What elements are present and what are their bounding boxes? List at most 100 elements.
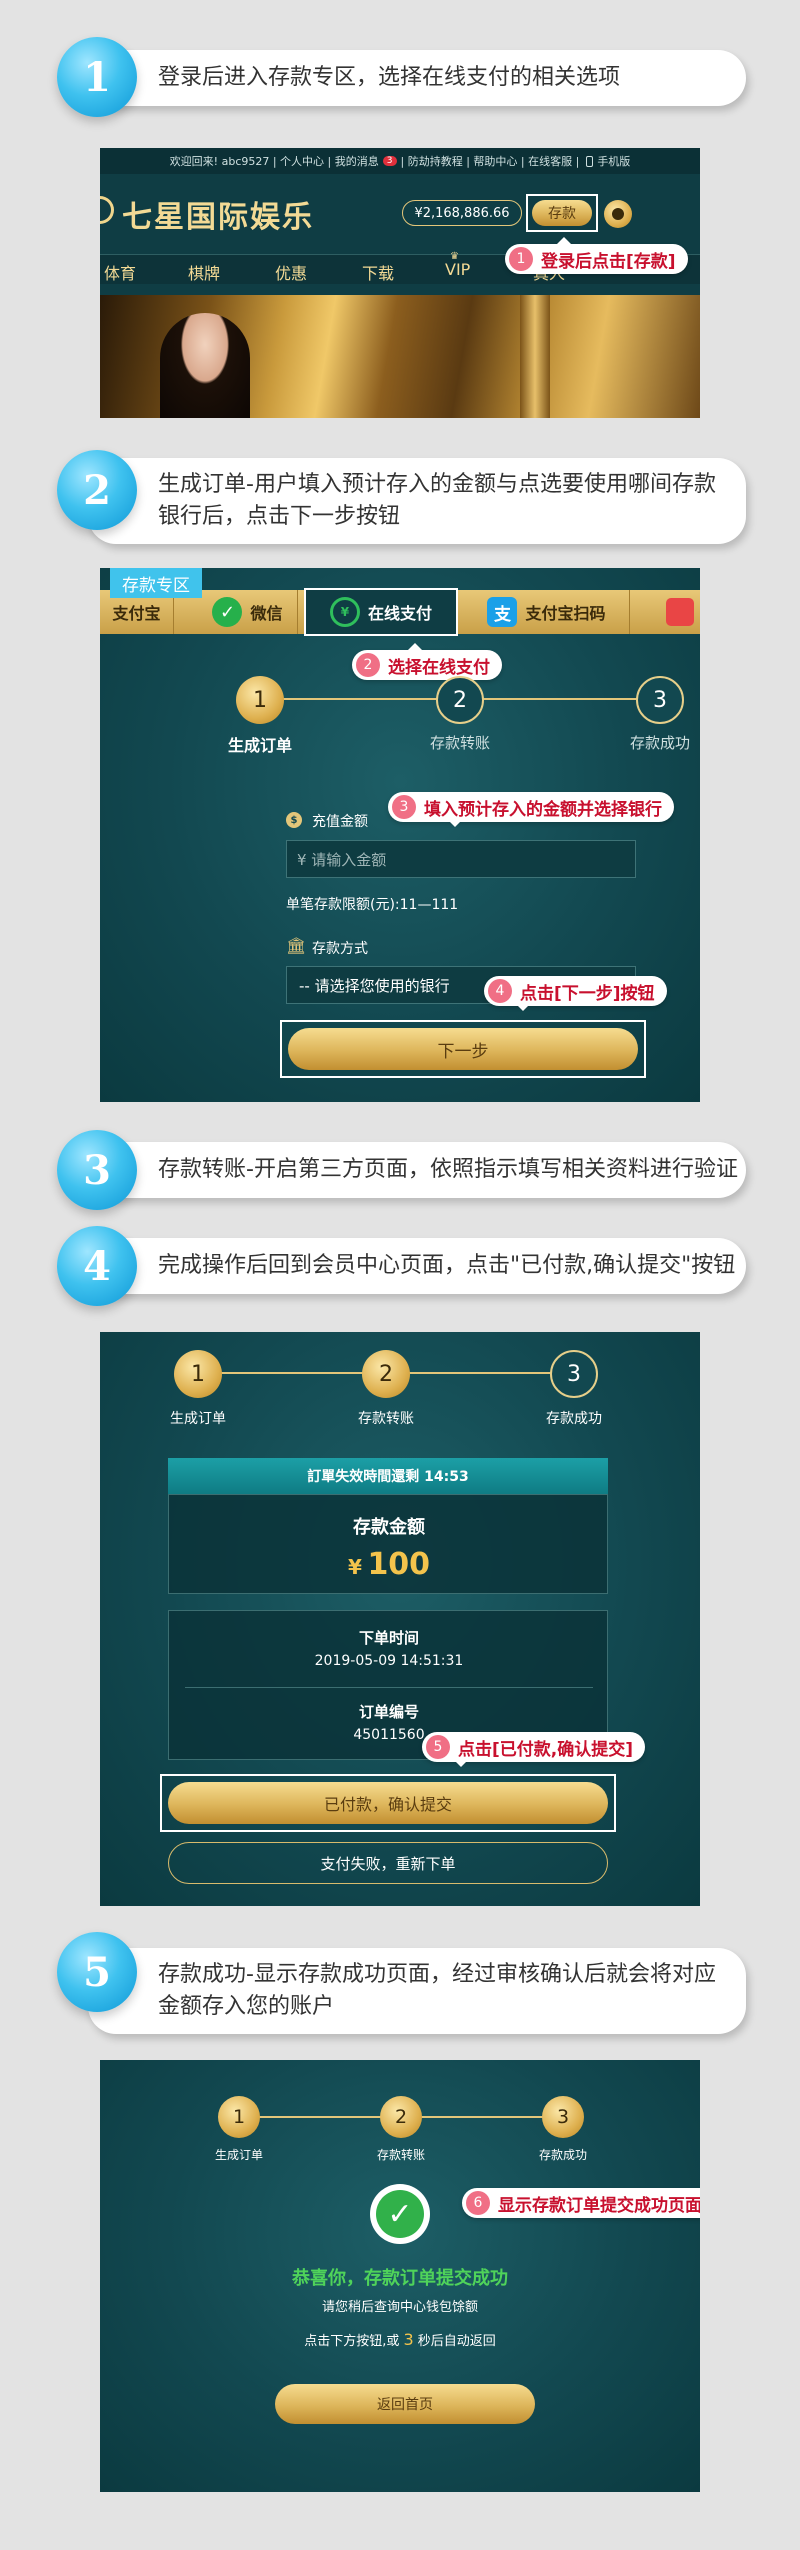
order-divider bbox=[185, 1687, 593, 1688]
progress-label-2: 存款转账 bbox=[429, 734, 490, 752]
nav-item-chess[interactable]: 棋牌 bbox=[188, 260, 220, 284]
callout-3-text: 填入预计存入的金额并选择银行 bbox=[424, 799, 662, 820]
wechat-check-icon: ✓ bbox=[212, 597, 243, 627]
progress-label-3: 存款成功 bbox=[538, 2148, 587, 2162]
success-subtitle: 请您稍后查询中心钱包馀额 bbox=[321, 2300, 478, 2315]
tab-online-payment-label: 在线支付 bbox=[367, 604, 432, 623]
top-bar: 欢迎回来! abc9527 | 个人中心 | 我的消息 3 | 防劫持教程 | … bbox=[100, 148, 700, 174]
callout-1-pointer bbox=[557, 237, 571, 244]
mobile-link[interactable]: 手机版 bbox=[597, 153, 630, 169]
step-3-number: 3 bbox=[83, 1146, 111, 1194]
method-label: 存款方式 bbox=[312, 941, 368, 957]
top-bar-links[interactable]: 欢迎回来! abc9527 | 个人中心 | 我的消息 bbox=[170, 153, 379, 169]
callout-2-text: 选择在线支付 bbox=[388, 657, 490, 678]
online-payment-icon: ¥ bbox=[329, 597, 360, 627]
nav-item-promo[interactable]: 优惠 bbox=[275, 260, 307, 284]
step-5-text-pill: 存款成功-显示存款成功页面，经过审核确认后就会将对应金额存入您的账户 bbox=[88, 1948, 746, 2034]
amount-input[interactable]: ¥ 请输入金额 bbox=[286, 840, 636, 878]
banner-model-figure bbox=[160, 313, 250, 418]
success-check-inner: ✓ bbox=[376, 2190, 424, 2238]
nav-item-download[interactable]: 下载 bbox=[362, 260, 394, 284]
progress-step-1-number: 1 bbox=[232, 2106, 246, 2128]
user-avatar-icon[interactable] bbox=[604, 200, 632, 228]
step-4-text-pill: 完成操作后回到会员中心页面，点击"已付款,确认提交"按钮 bbox=[88, 1238, 746, 1294]
countdown-number: 3 bbox=[403, 2330, 414, 2349]
return-home-button[interactable]: 返回首页 bbox=[275, 2384, 535, 2424]
brand-logo[interactable]: 七星国际娱乐 bbox=[122, 192, 314, 236]
progress-step-2: 2 bbox=[436, 676, 484, 724]
step-4-number-badge: 4 bbox=[57, 1226, 137, 1306]
progress-label-1: 生成订单 bbox=[227, 736, 292, 755]
callout-6-number: 6 bbox=[466, 2191, 490, 2215]
user-silhouette-icon bbox=[612, 208, 624, 220]
bank-icon: 🏛 bbox=[286, 936, 307, 955]
top-bar-links-rest[interactable]: | 防劫持教程 | 帮助中心 | 在线客服 | bbox=[401, 153, 580, 169]
nav-item-sports[interactable]: 体育 bbox=[104, 260, 136, 284]
callout-1: 1 登录后点击[存款] bbox=[505, 237, 688, 274]
progress-label-2: 存款转账 bbox=[358, 1411, 414, 1427]
confirm-paid-button[interactable]: 已付款，确认提交 bbox=[168, 1782, 608, 1824]
step-1-text: 登录后进入存款专区，选择在线支付的相关选项 bbox=[158, 65, 621, 91]
progress-step-3: 3 bbox=[550, 1350, 598, 1398]
tab-wechat-label: 微信 bbox=[250, 604, 283, 623]
screenshot-header-login: 欢迎回来! abc9527 | 个人中心 | 我的消息 3 | 防劫持教程 | … bbox=[100, 148, 700, 418]
progress-label-2: 存款转账 bbox=[376, 2148, 425, 2162]
deposit-zone-tag: 存款专区 bbox=[110, 568, 202, 598]
step-3-text: 存款转账-开启第三方页面，依照指示填写相关资料进行验证 bbox=[158, 1157, 738, 1183]
payment-failed-button[interactable]: 支付失败，重新下单 bbox=[168, 1842, 608, 1884]
progress-step-3-number: 3 bbox=[653, 687, 667, 713]
callout-4-text: 点击[下一步]按钮 bbox=[520, 983, 655, 1004]
step-3-text-pill: 存款转账-开启第三方页面，依照指示填写相关资料进行验证 bbox=[88, 1142, 746, 1198]
step-1-text-pill: 登录后进入存款专区，选择在线支付的相关选项 bbox=[88, 50, 746, 106]
callout-4: 4 点击[下一步]按钮 bbox=[484, 976, 667, 1011]
step-5-text: 存款成功-显示存款成功页面，经过审核确认后就会将对应金额存入您的账户 bbox=[158, 1962, 716, 2019]
progress-label-3: 存款成功 bbox=[546, 1411, 602, 1427]
screenshot-deposit-success: 1 2 3 生成订单 存款转账 存款成功 6 显示存款订单提交成功页面 ✓ 恭喜… bbox=[100, 2060, 700, 2492]
tab-more-icon[interactable] bbox=[666, 598, 694, 626]
deposit-limit-text: 单笔存款限额(元):11—111 bbox=[286, 897, 459, 913]
progress-step-3-number: 3 bbox=[556, 2106, 570, 2128]
currency-symbol: ¥ bbox=[347, 1555, 362, 1579]
callout-5-text: 点击[已付款,确认提交] bbox=[458, 1739, 633, 1760]
success-title: 恭喜你，存款订单提交成功 bbox=[292, 2268, 508, 2289]
progress-step-1: 1 bbox=[236, 676, 284, 724]
callout-4-number: 4 bbox=[488, 979, 512, 1003]
progress-label-1: 生成订单 bbox=[170, 1411, 226, 1427]
step-1-number: 1 bbox=[83, 53, 111, 101]
message-badge: 3 bbox=[382, 156, 397, 166]
order-time-label: 下单时间 bbox=[358, 1629, 419, 1647]
screenshot-order-confirm: 1 2 3 生成订单 存款转账 存款成功 訂單失效時間還剩 14:53 存款金额… bbox=[100, 1332, 700, 1906]
amount-value: 100 bbox=[367, 1547, 431, 1582]
countdown-pre: 点击下方按钮,或 bbox=[304, 2334, 400, 2349]
progress-step-1: 1 bbox=[174, 1350, 222, 1398]
callout-5-pointer bbox=[454, 1760, 468, 1767]
next-button[interactable]: 下一步 bbox=[288, 1028, 638, 1070]
amount-value-row: ¥ 100 bbox=[169, 1547, 609, 1582]
tab-alipay-scan-label: 支付宝扫码 bbox=[525, 604, 606, 623]
progress-step-3: 3 bbox=[542, 2096, 584, 2138]
callout-4-pointer bbox=[516, 1004, 530, 1011]
order-no-label: 订单编号 bbox=[358, 1703, 419, 1721]
nav-item-vip[interactable]: VIP bbox=[445, 260, 470, 279]
step-5-number-badge: 5 bbox=[57, 1932, 137, 2012]
deposit-button[interactable]: 存款 bbox=[532, 200, 592, 226]
countdown-text: 点击下方按钮,或 3 秒后自动返回 bbox=[100, 2330, 700, 2349]
progress-label-3: 存款成功 bbox=[629, 734, 690, 752]
callout-2: 2 选择在线支付 bbox=[352, 643, 502, 680]
callout-1-text: 登录后点击[存款] bbox=[541, 251, 676, 272]
progress-step-2-number: 2 bbox=[453, 687, 467, 713]
tab-alipay-scan[interactable]: 支 支付宝扫码 bbox=[464, 590, 630, 634]
countdown-post: 秒后自动返回 bbox=[417, 2334, 496, 2349]
step-2-text-pill: 生成订单-用户填入预计存入的金额与点选要使用哪间存款银行后，点击下一步按钮 bbox=[88, 458, 746, 544]
step-2-text: 生成订单-用户填入预计存入的金额与点选要使用哪间存款银行后，点击下一步按钮 bbox=[158, 472, 716, 529]
amount-title: 存款金额 bbox=[353, 1517, 425, 1538]
amount-label: 充值金额 bbox=[312, 814, 368, 830]
callout-6-text: 显示存款订单提交成功页面 bbox=[498, 2195, 700, 2216]
tab-online-payment[interactable]: ¥ 在线支付 bbox=[304, 588, 458, 636]
callout-3: 3 填入预计存入的金额并选择银行 bbox=[388, 792, 674, 827]
progress-step-3-number: 3 bbox=[567, 1361, 581, 1387]
progress-step-3: 3 bbox=[636, 676, 684, 724]
success-check-icon: ✓ bbox=[370, 2184, 430, 2244]
callout-2-pointer bbox=[408, 643, 422, 650]
tab-wechat[interactable]: ✓ 微信 bbox=[198, 590, 298, 634]
